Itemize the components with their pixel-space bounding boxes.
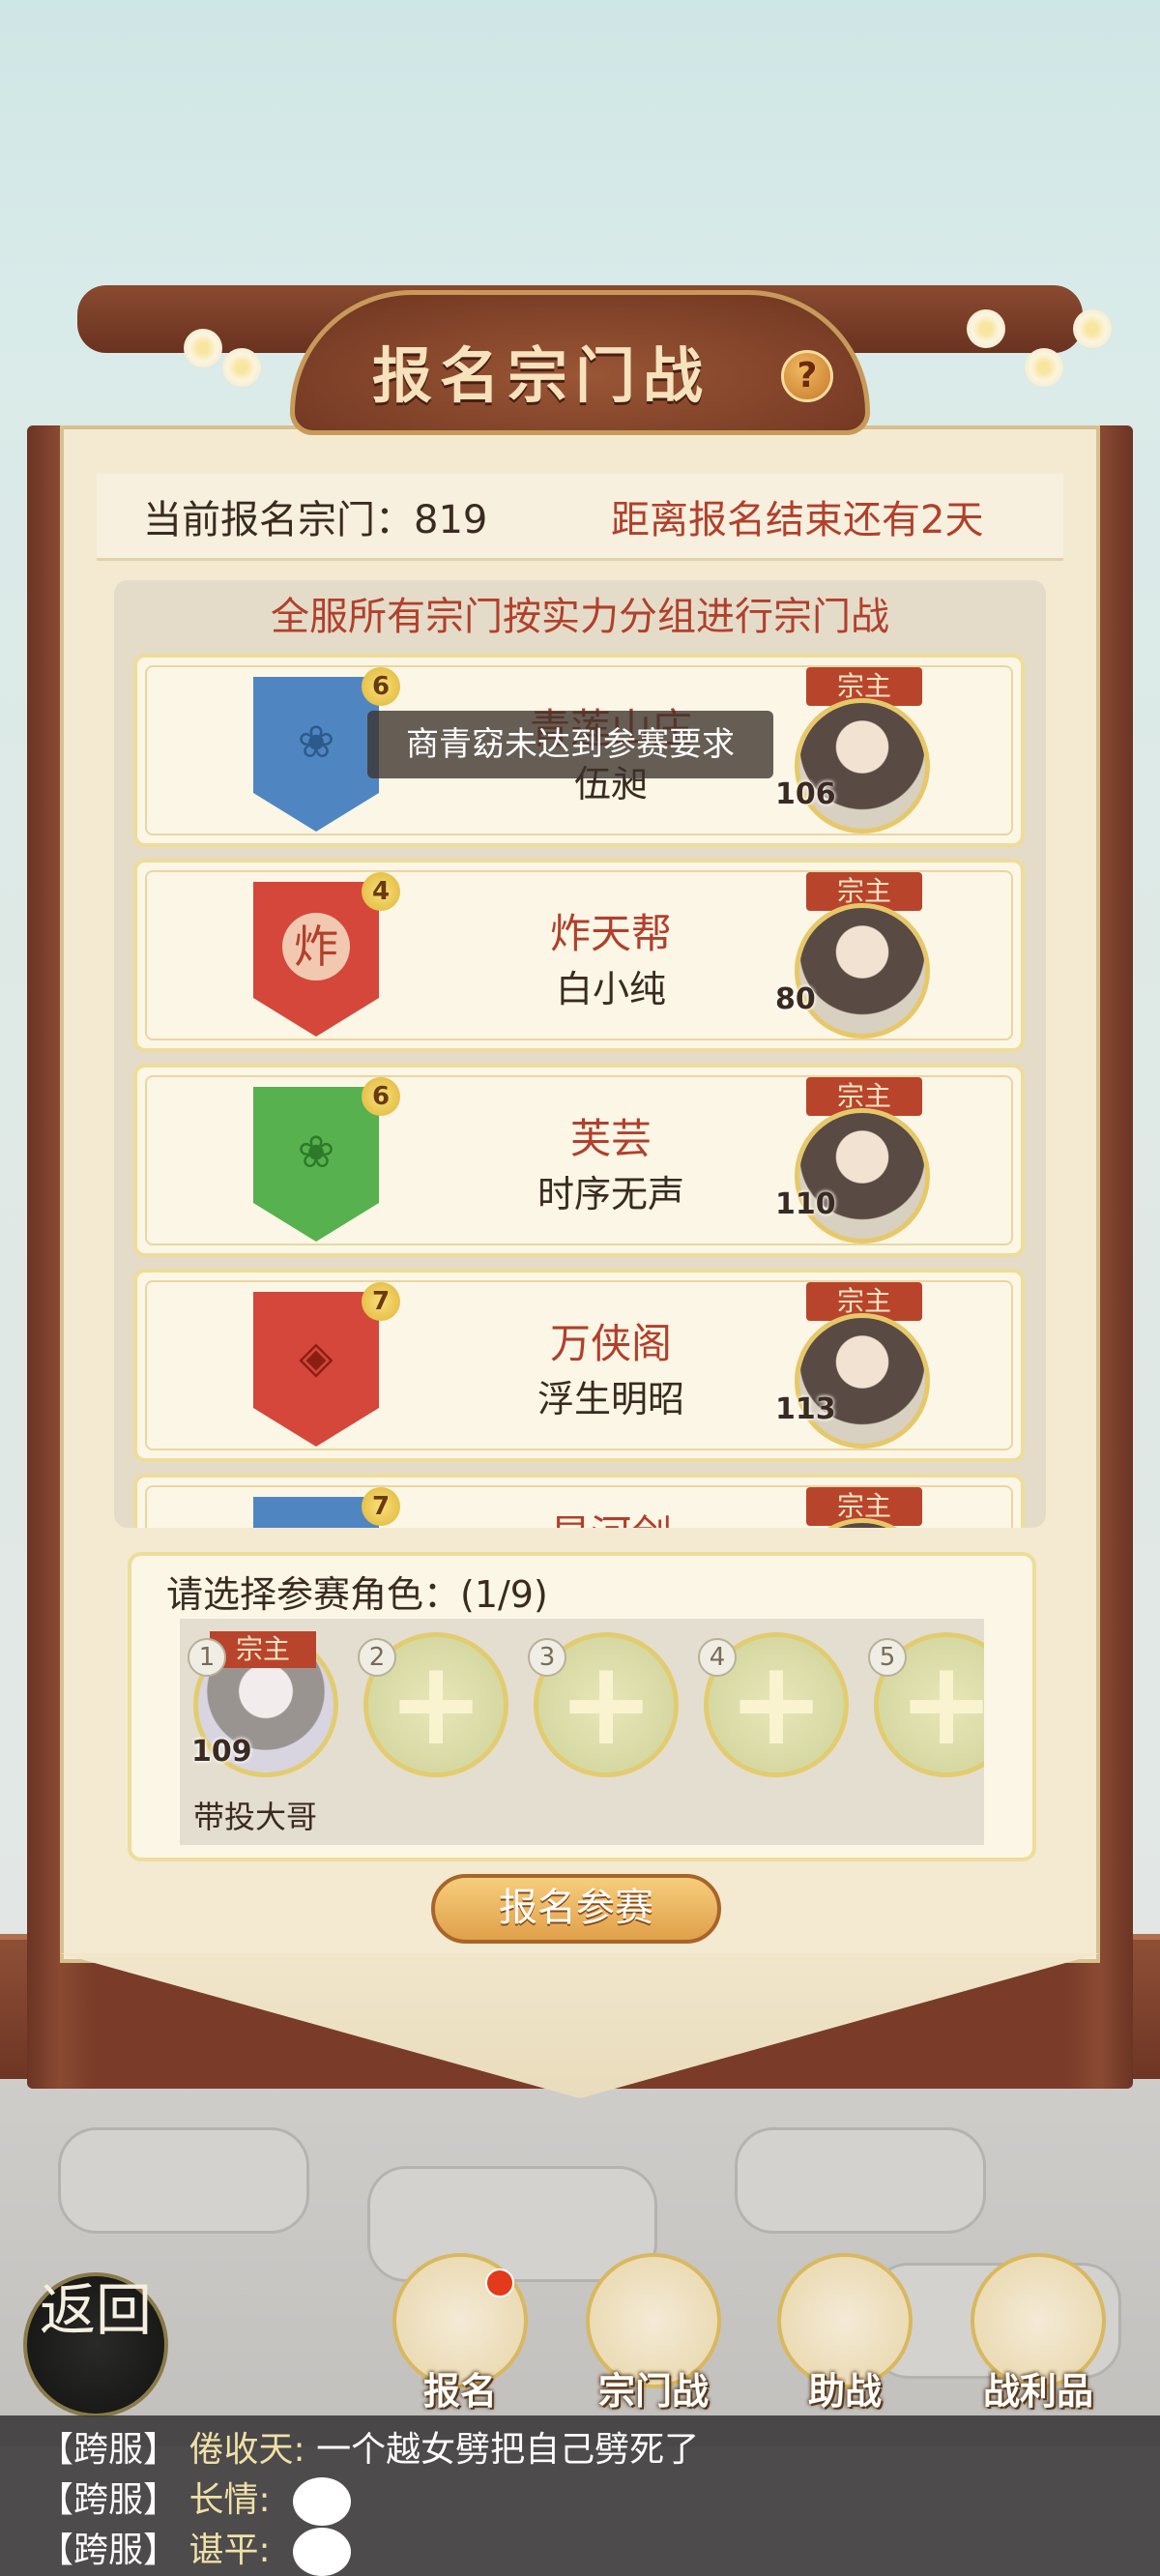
sect-row[interactable]: ◈ 7 万侠阁 浮生明昭 宗主 113 [133,1269,1025,1462]
list-header: 全服所有宗门按实力分组进行宗门战 [271,595,889,639]
blossom-decoration [967,309,1005,348]
slot-number: 2 [358,1638,396,1677]
nav-label: 报名 [422,2370,497,2413]
chat-username[interactable]: 谌平: [188,2531,270,2570]
blossom-decoration [184,329,222,367]
slot-number: 5 [868,1638,907,1677]
leader-tag: 宗主 [210,1631,316,1668]
nav-label: 战利品 [982,2370,1093,2413]
chat-message: 【跨服】 倦收天: 一个越女劈把自己劈死了 [39,2421,699,2472]
leader-avatar[interactable] [795,698,930,834]
chat-username[interactable]: 倦收天: [188,2430,304,2470]
leader-power: 106 [775,777,836,811]
sect-name: 炸天帮 [549,910,672,957]
sect-banner [253,1497,379,1528]
floor-stone [735,2127,986,2234]
slot-number: 1 [188,1638,226,1677]
chat-channel-tag: 【跨服】 [39,2480,179,2520]
nav-signup[interactable]: 报名 [383,2253,537,2417]
toast-message: 商青窈未达到参赛要求 [367,711,773,778]
chat-message: 【跨服】 长情: [39,2472,352,2526]
help-button[interactable]: ? [781,350,833,402]
leader-name: 时序无声 [536,1173,684,1215]
chat-panel[interactable]: 【跨服】 倦收天: 一个越女劈把自己劈死了 【跨服】 长情: 【跨服】 谌平: [0,2415,1160,2576]
nav-sect-war[interactable]: 宗门战 [576,2253,731,2417]
leader-power: 80 [775,982,816,1016]
lotus-icon: ❀ [297,716,335,768]
role-slot-strip[interactable]: 宗主 1 109 带投大哥 + 2 + 3 + 4 + 5 [180,1619,984,1845]
back-button[interactable]: 返回 [23,2272,168,2417]
chat-username[interactable]: 长情: [188,2480,270,2520]
sect-row[interactable]: 7 星河剑 宗主 [133,1474,1025,1528]
leader-power: 110 [775,1187,836,1221]
floor-stone [58,2127,309,2234]
role-name: 带投大哥 [193,1799,318,1835]
nav-assist[interactable]: 助战 [768,2253,922,2417]
leader-avatar[interactable] [795,1108,930,1244]
sect-row[interactable]: 炸 4 炸天帮 白小纯 宗主 80 [133,859,1025,1052]
role-select-title: 请选择参赛角色：(1/9) [166,1573,548,1616]
sect-level-badge: 6 [362,667,400,706]
slot-number: 3 [528,1638,566,1677]
sect-level-badge: 6 [362,1077,400,1116]
slot-number: 4 [698,1638,737,1677]
blossom-decoration [1025,348,1063,387]
lotus-icon: ❀ [297,1126,335,1178]
chat-channel-tag: 【跨服】 [39,2430,179,2470]
notification-dot [485,2269,514,2298]
blossom-decoration [222,348,261,387]
emoji-sticker-icon [293,2528,352,2576]
sect-row[interactable]: ❀ 6 芙芸 时序无声 宗主 110 [133,1064,1025,1257]
leader-power: 113 [775,1392,836,1426]
blossom-decoration [1073,309,1112,348]
coin-icon: ◈ [299,1331,334,1383]
chat-channel-tag: 【跨服】 [39,2531,179,2570]
sect-level-badge: 4 [362,872,400,911]
leader-avatar[interactable] [795,1313,930,1449]
signup-button[interactable]: 报名参赛 [431,1874,721,1944]
chat-text: 一个越女劈把自己劈死了 [316,2430,700,2470]
sect-level-badge: 7 [362,1487,400,1526]
emoji-sticker-icon [293,2477,352,2526]
sect-name: 芙芸 [569,1115,652,1162]
sect-name: 万侠阁 [549,1320,672,1367]
leader-name: 浮生明昭 [536,1378,684,1420]
nav-loot[interactable]: 战利品 [961,2253,1116,2417]
nav-label: 助战 [807,2370,882,2413]
page-title: 报名宗门战 [371,340,710,411]
chat-message: 【跨服】 谌平: [39,2522,352,2576]
registration-deadline: 距离报名结束还有2天 [611,498,984,542]
sect-level-badge: 7 [362,1282,400,1321]
registered-sect-count: 当前报名宗门：819 [143,498,488,542]
nav-label: 宗门战 [597,2370,709,2413]
sect-emblem-icon: 炸 [282,913,350,981]
sect-name: 星河剑 [485,1503,737,1528]
leader-name: 白小纯 [555,968,666,1010]
leader-avatar[interactable] [795,903,930,1039]
role-power: 109 [191,1735,252,1769]
